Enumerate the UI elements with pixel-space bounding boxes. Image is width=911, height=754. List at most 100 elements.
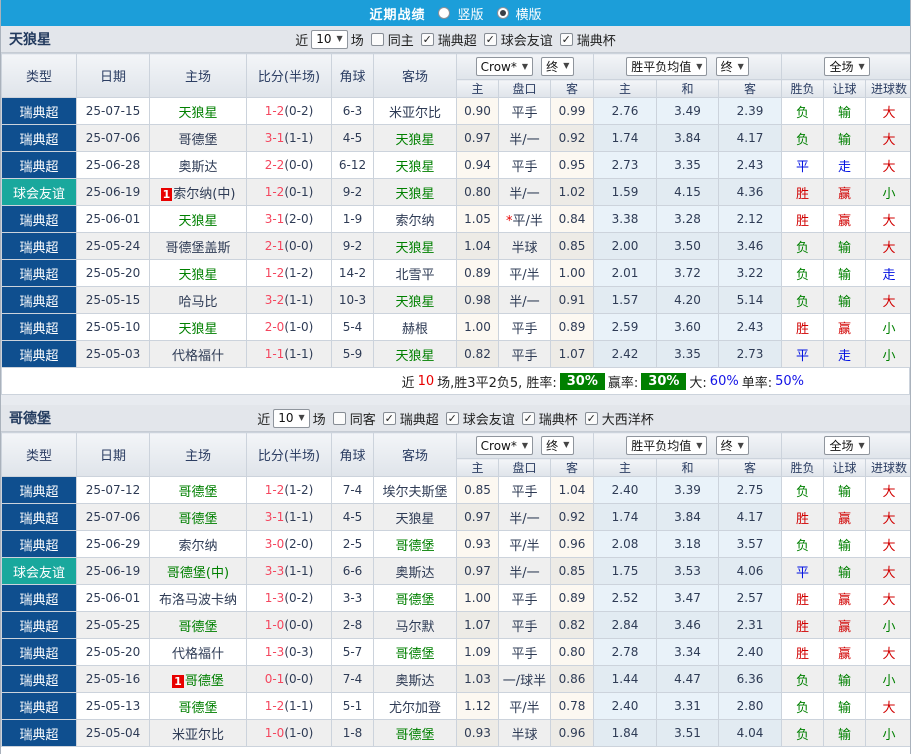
league-checkbox[interactable]: ✓: [382, 411, 396, 425]
home-team-cell: 哥德堡: [149, 124, 247, 152]
games-count-select[interactable]: 10 ▼: [273, 408, 310, 428]
games-count-value: 10: [278, 411, 294, 425]
odds-stage-select[interactable]: 终 ▼: [541, 56, 575, 76]
games-count-select[interactable]: 10 ▼: [311, 29, 348, 49]
avg-home-cell: 2.59: [593, 313, 657, 341]
avg-draw-cell: 3.53: [656, 557, 719, 585]
league-checkbox[interactable]: ✓: [483, 32, 497, 46]
league-label[interactable]: 瑞典杯: [539, 409, 578, 428]
odds-provider-select[interactable]: Crow* ▼: [475, 57, 534, 77]
avg-stage-select[interactable]: 终 ▼: [715, 57, 749, 76]
league-checkbox[interactable]: ✓: [420, 32, 434, 46]
home-team-name: 索尔纳: [178, 538, 218, 554]
full-score: 1-2: [264, 483, 285, 497]
summary-row: 近 10 场,胜3平2负5, 胜率: 30% 赢率: 30% 大: 60% 单率: 50…: [1, 368, 910, 395]
avg-select[interactable]: 胜平负均值 ▼: [626, 57, 708, 76]
handicap-cell: 半球: [498, 719, 551, 747]
avg-stage-select[interactable]: 终 ▼: [715, 436, 749, 455]
full-score: 0-1: [264, 672, 285, 686]
odds-provider-select[interactable]: Crow* ▼: [475, 436, 534, 456]
league-label[interactable]: 球会友谊: [501, 30, 553, 49]
handicap-result-cell: 输: [823, 124, 867, 152]
league-label[interactable]: 瑞典超: [400, 409, 439, 428]
home-team-name: 哥德堡: [178, 484, 218, 500]
same-away-checkbox[interactable]: [332, 411, 346, 425]
handicap-result-cell: 输: [823, 476, 867, 504]
fulltime-select[interactable]: 全场 ▼: [824, 436, 870, 455]
avg-stage-value: 终: [720, 60, 733, 74]
outcome-result-cell: 负: [781, 232, 825, 260]
match-date-cell: 25-07-06: [76, 124, 150, 152]
away-team-name: 哥德堡: [395, 646, 435, 662]
same-home-label[interactable]: 同主: [388, 30, 414, 49]
match-row: 瑞典超 25-05-20 代格福什 1-3(0-3) 5-7 哥德堡 1.09 平手 0.80 2…: [1, 638, 910, 666]
home-team-cell: 天狼星: [149, 259, 247, 287]
league-checkbox[interactable]: ✓: [521, 411, 535, 425]
score-cell: 1-3(0-2): [246, 584, 332, 612]
corner-cell: 6-6: [331, 557, 374, 585]
league-label[interactable]: 瑞典杯: [577, 30, 616, 49]
outcome-result-cell: 平: [781, 557, 825, 585]
away-team-cell: 天狼星: [373, 178, 457, 206]
away-odds-cell: 0.96: [550, 719, 594, 747]
league-checkbox[interactable]: ✓: [559, 32, 573, 46]
score-cell: 0-1(0-0): [246, 665, 332, 693]
league-checkbox[interactable]: ✓: [584, 411, 598, 425]
avg-stage-value: 终: [720, 439, 733, 453]
away-odds-cell: 1.04: [550, 476, 594, 504]
avg-away-cell: 2.57: [717, 584, 783, 612]
home-team-name: 索尔纳(中): [173, 186, 236, 202]
home-team-cell: 天狼星: [149, 313, 247, 341]
match-date-cell: 25-05-03: [76, 340, 150, 368]
odds-group-header: Crow* ▼ 终 ▼: [456, 53, 594, 80]
league-checkbox[interactable]: ✓: [445, 411, 459, 425]
odds-stage-select[interactable]: 终 ▼: [541, 435, 575, 455]
col-header-away: 客场: [373, 53, 457, 98]
radio-horizontal-layout[interactable]: [496, 7, 509, 19]
home-team-cell: 哈马比: [149, 286, 247, 314]
horizontal-layout-label[interactable]: 横版: [516, 4, 542, 23]
half-score: (1-2): [284, 483, 314, 497]
league-type-cell: 瑞典超: [1, 232, 77, 260]
avg-away-cell: 4.04: [717, 719, 783, 747]
chevron-down-icon: ▼: [696, 61, 703, 71]
league-label[interactable]: 瑞典超: [438, 30, 477, 49]
league-type-cell: 瑞典超: [1, 286, 77, 314]
away-odds-cell: 0.92: [550, 503, 594, 531]
handicap-cell: *平/半: [498, 205, 551, 233]
radio-vertical-layout[interactable]: [438, 7, 451, 19]
corner-cell: 3-3: [331, 584, 374, 612]
avg-select[interactable]: 胜平负均值 ▼: [626, 436, 708, 455]
away-odds-cell: 0.89: [550, 313, 594, 341]
away-odds-cell: 0.82: [550, 611, 594, 639]
league-label[interactable]: 球会友谊: [463, 409, 515, 428]
half-score: (0-1): [284, 185, 314, 199]
away-team-cell: 哥德堡: [373, 530, 457, 558]
handicap-cell: 平/半: [498, 259, 551, 287]
team-name: 哥德堡: [9, 411, 51, 427]
home-team-cell: 哥德堡盖斯: [149, 232, 247, 260]
away-odds-cell: 0.95: [550, 151, 594, 179]
home-team-cell: 哥德堡: [149, 476, 247, 504]
summary-prefix: 近: [401, 375, 415, 391]
league-type-cell: 瑞典超: [1, 584, 77, 612]
fulltime-select[interactable]: 全场 ▼: [824, 57, 870, 76]
away-team-name: 天狼星: [395, 240, 435, 256]
avg-home-cell: 1.59: [593, 178, 657, 206]
outcome-result-cell: 负: [781, 530, 825, 558]
outcome-result-cell: 负: [781, 124, 825, 152]
match-row: 瑞典超 25-07-06 哥德堡 3-1(1-1) 4-5 天狼星 0.97 半/一 0.92 1…: [1, 124, 910, 152]
avg-away-cell: 4.17: [717, 124, 783, 152]
league-label[interactable]: 大西洋杯: [602, 409, 654, 428]
home-odds-cell: 1.04: [456, 232, 499, 260]
home-team-cell: 哥德堡(中): [149, 557, 247, 585]
score-cell: 1-2(0-1): [246, 178, 332, 206]
vertical-layout-label[interactable]: 竖版: [457, 4, 483, 23]
half-score: (1-1): [284, 564, 314, 578]
away-team-cell: 奥斯达: [373, 557, 457, 585]
match-date-cell: 25-05-20: [76, 638, 150, 666]
same-away-label[interactable]: 同客: [350, 409, 376, 428]
same-home-checkbox[interactable]: [370, 32, 384, 46]
away-odds-cell: 0.86: [550, 665, 594, 693]
half-score: (1-0): [284, 320, 314, 334]
